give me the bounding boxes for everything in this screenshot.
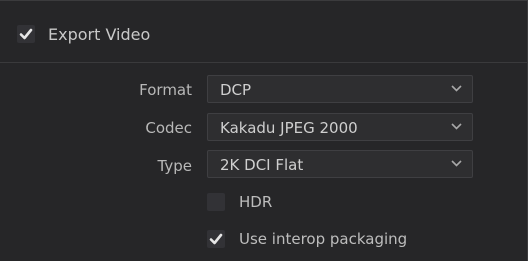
type-label: Type bbox=[157, 157, 192, 175]
format-label: Format bbox=[139, 81, 192, 99]
type-dropdown[interactable]: 2K DCI Flat bbox=[207, 150, 473, 178]
chevron-down-icon bbox=[451, 123, 462, 130]
chevron-down-icon bbox=[451, 85, 462, 92]
chevron-down-icon bbox=[451, 160, 462, 167]
interop-label: Use interop packaging bbox=[239, 230, 408, 248]
format-dropdown[interactable]: DCP bbox=[207, 75, 473, 103]
check-icon bbox=[209, 233, 223, 245]
codec-dropdown[interactable]: Kakadu JPEG 2000 bbox=[207, 113, 473, 141]
hdr-checkbox[interactable] bbox=[207, 193, 225, 211]
export-video-panel: Export Video Format DCP Codec Kakadu JPE… bbox=[0, 0, 528, 261]
export-video-checkbox[interactable] bbox=[17, 25, 35, 43]
codec-value: Kakadu JPEG 2000 bbox=[220, 119, 358, 137]
check-icon bbox=[19, 28, 33, 40]
type-value: 2K DCI Flat bbox=[220, 156, 304, 174]
section-header: Export Video bbox=[0, 0, 528, 63]
interop-checkbox[interactable] bbox=[207, 230, 225, 248]
hdr-label: HDR bbox=[239, 193, 273, 211]
format-value: DCP bbox=[220, 81, 252, 99]
codec-label: Codec bbox=[145, 119, 192, 137]
section-title: Export Video bbox=[48, 25, 151, 44]
